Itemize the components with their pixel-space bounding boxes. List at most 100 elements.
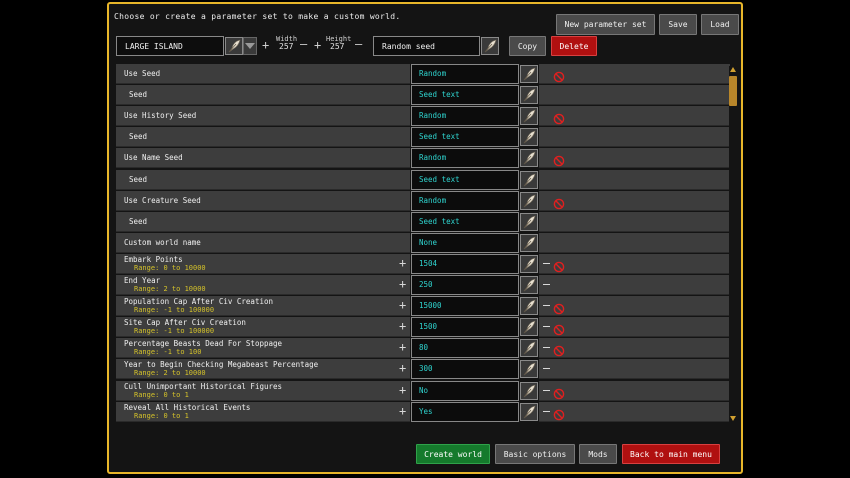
parameter-range: Range: 2 to 10000	[134, 369, 206, 377]
parameter-label-cell	[116, 170, 410, 190]
parameter-range: Range: 0 to 1	[134, 412, 189, 420]
quill-icon[interactable]	[520, 297, 538, 315]
decrease-icon[interactable]	[543, 326, 550, 327]
quill-icon[interactable]	[520, 213, 538, 231]
increase-icon[interactable]: +	[399, 384, 406, 396]
quill-icon[interactable]	[520, 107, 538, 125]
quill-icon[interactable]	[520, 171, 538, 189]
parameter-value: 1504	[419, 259, 438, 268]
table-row: End Year Range: 2 to 10000 +250	[116, 275, 730, 295]
no-entry-icon[interactable]	[553, 195, 565, 210]
quill-icon[interactable]	[481, 37, 499, 55]
width-value: 257	[279, 42, 294, 51]
increase-icon[interactable]: +	[399, 257, 406, 269]
parameter-value: Random	[419, 153, 447, 162]
scroll-up-icon[interactable]	[729, 66, 737, 74]
table-row: Use History Seed Random	[116, 106, 730, 126]
increase-icon[interactable]: +	[399, 362, 406, 374]
increase-icon[interactable]: +	[399, 341, 406, 353]
quill-icon[interactable]	[520, 276, 538, 294]
decrease-icon[interactable]	[543, 347, 550, 348]
no-entry-icon[interactable]	[553, 321, 565, 336]
width-decrease-icon[interactable]: —	[300, 38, 307, 50]
table-row: Use Creature Seed Random	[116, 191, 730, 211]
save-button[interactable]: Save	[659, 14, 697, 35]
no-entry-icon[interactable]	[553, 406, 565, 421]
scroll-down-icon[interactable]	[729, 414, 737, 422]
quill-icon[interactable]	[520, 128, 538, 146]
table-row: Reveal All Historical Events Range: 0 to …	[116, 402, 730, 422]
decrease-icon[interactable]	[543, 411, 550, 412]
triangle-down-icon[interactable]	[243, 37, 257, 55]
height-increase-icon[interactable]: +	[314, 39, 321, 51]
seed-field[interactable]: Random seed	[373, 36, 480, 56]
no-entry-icon[interactable]	[553, 110, 565, 125]
parameter-value: No	[419, 386, 429, 395]
quill-icon[interactable]	[520, 339, 538, 357]
decrease-icon[interactable]	[543, 263, 550, 264]
increase-icon[interactable]: +	[399, 278, 406, 290]
back-to-main-menu-button[interactable]: Back to main menu	[622, 444, 720, 464]
increase-icon[interactable]: +	[399, 405, 406, 417]
parameter-label: Embark Points	[124, 255, 183, 264]
increase-icon[interactable]: +	[399, 320, 406, 332]
width-increase-icon[interactable]: +	[262, 39, 269, 51]
parameter-value: 15000	[419, 301, 442, 310]
quill-icon[interactable]	[520, 403, 538, 421]
quill-icon[interactable]	[520, 234, 538, 252]
quill-icon[interactable]	[520, 318, 538, 336]
no-entry-icon[interactable]	[553, 300, 565, 315]
parameter-range: Range: 2 to 10000	[134, 285, 206, 293]
quill-icon[interactable]	[520, 255, 538, 273]
copy-button[interactable]: Copy	[509, 36, 546, 56]
parameter-value: Yes	[419, 407, 433, 416]
parameter-controls-cell	[539, 317, 730, 337]
parameter-label: Use Creature Seed	[124, 196, 201, 205]
basic-options-button[interactable]: Basic options	[495, 444, 575, 464]
quill-icon[interactable]	[520, 149, 538, 167]
quill-icon[interactable]	[520, 360, 538, 378]
decrease-icon[interactable]	[543, 368, 550, 369]
height-decrease-icon[interactable]: —	[355, 38, 362, 50]
parameter-value: Seed text	[419, 217, 460, 226]
no-entry-icon[interactable]	[553, 152, 565, 167]
quill-icon[interactable]	[520, 382, 538, 400]
quill-icon[interactable]	[520, 86, 538, 104]
no-entry-icon[interactable]	[553, 258, 565, 273]
parameter-value: Random	[419, 196, 447, 205]
no-entry-icon[interactable]	[553, 385, 565, 400]
no-entry-icon[interactable]	[553, 68, 565, 83]
delete-button[interactable]: Delete	[551, 36, 597, 56]
table-row: Seed Seed text	[116, 212, 730, 232]
scrollbar[interactable]	[729, 66, 737, 422]
create-world-button[interactable]: Create world	[416, 444, 490, 464]
parameter-label: Seed	[129, 217, 148, 226]
parameter-range: Range: 0 to 10000	[134, 264, 206, 272]
scrollbar-thumb[interactable]	[729, 76, 737, 106]
load-button[interactable]: Load	[701, 14, 739, 35]
parameter-label-cell	[116, 127, 410, 147]
parameter-label: Year to Begin Checking Megabeast Percent…	[124, 360, 319, 369]
parameter-set-name-field[interactable]: LARGE ISLAND	[116, 36, 224, 56]
increase-icon[interactable]: +	[399, 299, 406, 311]
mods-button[interactable]: Mods	[579, 444, 617, 464]
quill-icon[interactable]	[520, 65, 538, 83]
decrease-icon[interactable]	[543, 284, 550, 285]
table-row: Use Name Seed Random	[116, 148, 730, 168]
parameter-value: 80	[419, 343, 429, 352]
table-row: Percentage Beasts Dead For Stoppage Range…	[116, 338, 730, 358]
decrease-icon[interactable]	[543, 390, 550, 391]
new-parameter-set-button[interactable]: New parameter set	[556, 14, 655, 35]
parameter-controls-cell	[539, 233, 730, 253]
parameter-controls-cell	[539, 254, 730, 274]
quill-icon[interactable]	[520, 192, 538, 210]
decrease-icon[interactable]	[543, 305, 550, 306]
quill-icon[interactable]	[225, 37, 243, 55]
no-entry-icon[interactable]	[553, 342, 565, 357]
parameter-controls-cell	[539, 148, 730, 168]
parameter-controls-cell	[539, 127, 730, 147]
parameter-value: 1500	[419, 322, 438, 331]
parameter-label: Use Seed	[124, 69, 161, 78]
parameter-controls-cell	[539, 64, 730, 84]
parameter-label: Population Cap After Civ Creation	[124, 297, 274, 306]
